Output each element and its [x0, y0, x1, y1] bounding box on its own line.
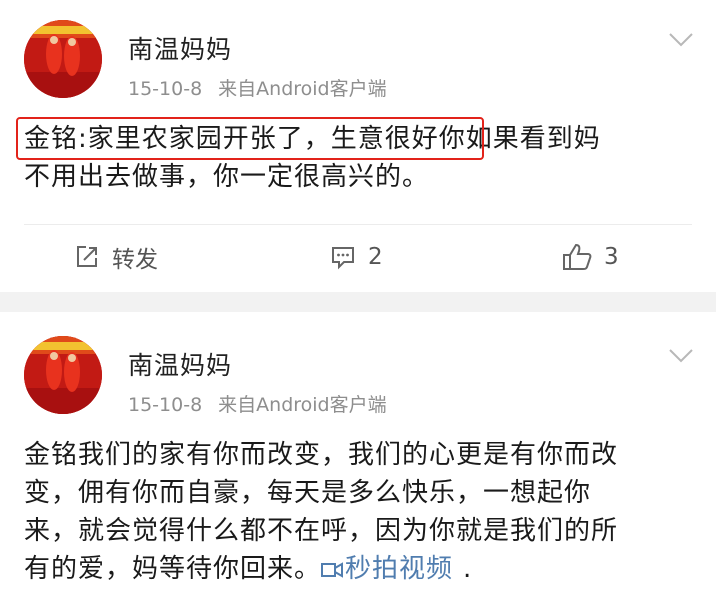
post-meta: 15-10-8 来自Android客户端	[128, 390, 387, 417]
thumbs-up-icon	[563, 243, 592, 270]
post-meta: 15-10-8 来自Android客户端	[128, 74, 387, 101]
repost-label: 转发	[112, 247, 158, 273]
post-text-line-2: 不用出去做事，你一定很高兴的。	[24, 162, 430, 192]
like-count: 3	[604, 244, 619, 270]
post-text-last: 有的爱，妈等待你回来。	[24, 554, 322, 584]
comment-icon	[332, 247, 354, 270]
repost-icon	[77, 246, 97, 267]
video-link-label: 秒拍视频	[345, 554, 454, 584]
weibo-post-1: 南温妈妈 15-10-8 来自Android客户端 金铭:家里农家园开张了，生意很…	[0, 0, 716, 292]
video-icon	[321, 561, 344, 578]
video-link[interactable]: 秒拍视频	[321, 554, 453, 584]
post-date: 15-10-8	[128, 394, 203, 416]
avatar[interactable]	[24, 20, 102, 98]
weibo-post-2: 南温妈妈 15-10-8 来自Android客户端 金铭我们的家有你而改变，我们的…	[0, 312, 716, 601]
avatar[interactable]	[24, 336, 102, 414]
post-text: 金铭我们的家有你而改变，我们的心更是有你而改 变，佣有你而自豪，每天是多么快乐，…	[24, 436, 696, 588]
post-text-line-1: 金铭:家里农家园开张了，生意很好你如果看到妈	[24, 120, 696, 158]
author-name[interactable]: 南温妈妈	[128, 30, 232, 66]
post-text-rest: 你如果看到妈	[438, 124, 601, 154]
post-text-line-4: 有的爱，妈等待你回来。 秒拍视频.	[24, 550, 696, 588]
chevron-down-icon[interactable]	[668, 32, 694, 48]
post-date: 15-10-8	[128, 78, 203, 100]
post-text-line-2: 变，佣有你而自豪，每天是多么快乐，一想起你	[24, 478, 592, 508]
post-text-line-1: 金铭我们的家有你而改变，我们的心更是有你而改	[24, 440, 619, 470]
post-text: 金铭:家里农家园开张了，生意很好你如果看到妈 不用出去做事，你一定很高兴的。	[24, 120, 696, 196]
comment-button[interactable]: 2	[330, 240, 383, 274]
post-text-line-3: 来，就会觉得什么都不在呼，因为你就是我们的所	[24, 516, 619, 546]
author-name[interactable]: 南温妈妈	[128, 346, 232, 382]
post-source: 来自Android客户端	[218, 78, 387, 100]
post-separator	[0, 292, 716, 312]
like-button[interactable]: 3	[562, 240, 619, 274]
trailing-dot: .	[463, 554, 473, 584]
comment-count: 2	[368, 244, 383, 270]
chevron-down-icon[interactable]	[668, 348, 694, 364]
repost-button[interactable]: 转发	[74, 240, 158, 274]
divider	[24, 224, 692, 225]
post-source: 来自Android客户端	[218, 394, 387, 416]
highlighted-text: 金铭:家里农家园开张了，生意很好	[24, 124, 439, 154]
